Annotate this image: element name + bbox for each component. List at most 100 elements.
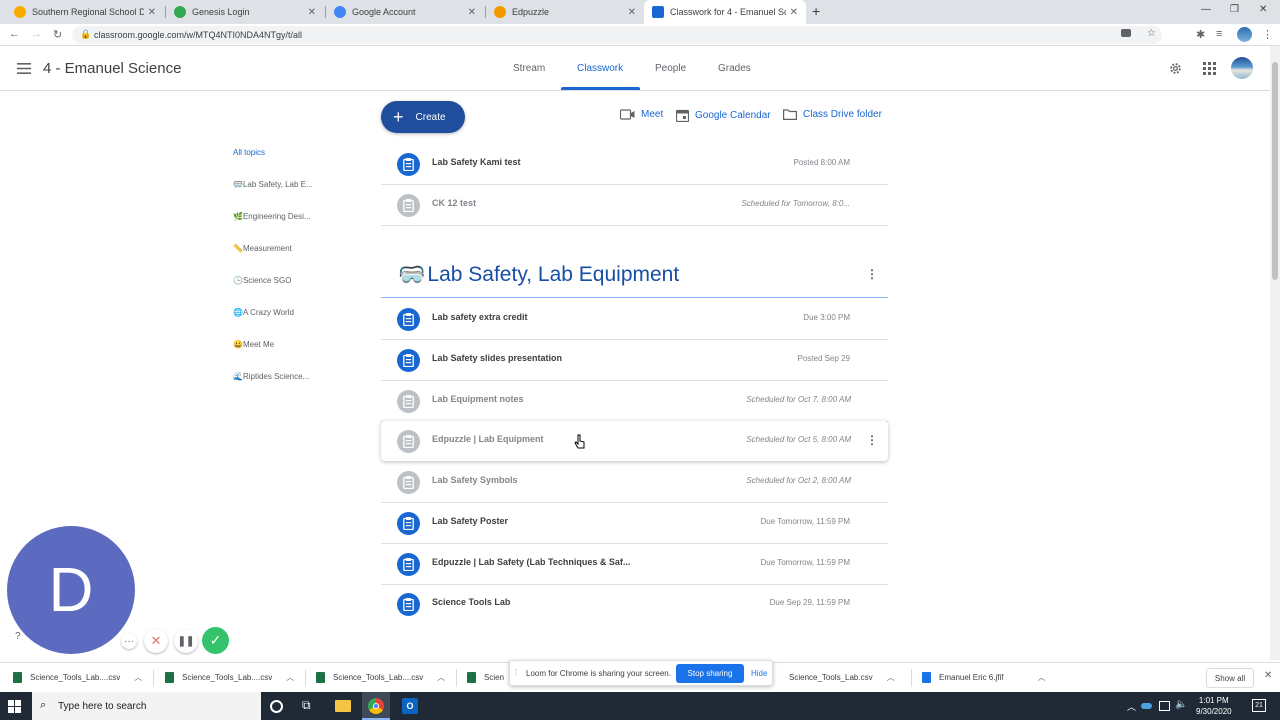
google-calendar-link[interactable]: Google Calendar — [676, 109, 771, 122]
chrome-menu-icon[interactable]: ⋮ — [1262, 28, 1273, 41]
stop-sharing-button[interactable]: Stop sharing — [676, 664, 744, 683]
loom-more-icon[interactable]: ··· — [121, 633, 137, 649]
item-more-icon[interactable]: ⋮ — [866, 434, 878, 446]
topic-crazy-world[interactable]: 🌐A Crazy World — [233, 308, 294, 317]
windows-start-icon[interactable] — [8, 700, 21, 713]
download-item[interactable]: Science_Tools_Lab....csv ︿ — [165, 672, 294, 683]
loom-cancel-icon[interactable]: ✕ — [144, 629, 168, 653]
assignment-icon — [397, 471, 420, 494]
chevron-up-icon[interactable]: ︿ — [437, 672, 445, 683]
taskbar-clock[interactable]: 1:01 PM 9/30/2020 — [1196, 695, 1232, 717]
back-icon[interactable]: ← — [9, 28, 20, 40]
drag-handle-icon[interactable]: ⁞ — [515, 668, 517, 677]
close-tab-icon[interactable]: ✕ — [628, 7, 636, 18]
profile-avatar[interactable] — [1237, 27, 1252, 42]
tab-grades[interactable]: Grades — [718, 63, 751, 74]
download-item[interactable]: Science_Tools_Lab....csv ︿ — [13, 672, 142, 683]
cortana-icon[interactable] — [270, 700, 283, 713]
chevron-up-icon[interactable]: ︿ — [134, 672, 142, 683]
tab-stream[interactable]: Stream — [513, 63, 545, 74]
classwork-item-hovered[interactable]: Edpuzzle | Lab Equipment Scheduled for O… — [381, 421, 888, 461]
classwork-item[interactable]: Lab Safety Kami test Posted 8:00 AM — [381, 144, 888, 185]
download-item[interactable]: Science_Tools_Lab....csv ︿ — [316, 672, 445, 683]
address-bar[interactable]: 🔒 classroom.google.com/w/MTQ4NTI0NDA4NTg… — [72, 26, 1162, 44]
create-button[interactable]: + Create — [381, 101, 465, 133]
classwork-item[interactable]: Lab Safety Symbols Scheduled for Oct 2, … — [381, 462, 888, 503]
topic-science-sgo[interactable]: 🕒Science SGO — [233, 276, 291, 285]
close-tab-icon[interactable]: ✕ — [468, 7, 476, 18]
classwork-item[interactable]: Lab Safety Poster Due Tomorrow, 11:59 PM — [381, 503, 888, 544]
topic-riptides[interactable]: 🌊Riptides Science... — [233, 372, 309, 381]
download-filename: Scien — [484, 673, 505, 682]
help-icon[interactable]: ? — [15, 631, 21, 642]
topic-measurement[interactable]: 📏Measurement — [233, 244, 292, 253]
close-tab-icon[interactable]: ✕ — [148, 7, 156, 18]
download-item[interactable]: Science_Tools_Lab.csv ︿ — [789, 672, 895, 683]
meet-link[interactable]: Meet — [620, 109, 663, 120]
taskbar-search-input[interactable]: ⌕ Type here to search — [32, 692, 261, 720]
close-tab-icon[interactable]: ✕ — [790, 7, 798, 18]
topic-meet-me[interactable]: 😀Meet Me — [233, 340, 274, 349]
tab-classwork[interactable]: Classwork — [577, 63, 623, 74]
apps-grid-icon[interactable] — [1203, 62, 1216, 75]
browser-tab[interactable]: Edpuzzle ✕ — [486, 0, 644, 24]
loom-pause-icon[interactable]: ❚❚ — [174, 629, 198, 653]
outlook-icon[interactable]: O — [402, 698, 418, 714]
classwork-item[interactable]: CK 12 test Scheduled for Tomorrow, 8:0..… — [381, 185, 888, 226]
browser-tab[interactable]: Google Account ✕ — [326, 0, 484, 24]
close-shelf-icon[interactable]: ✕ — [1264, 670, 1272, 681]
file-explorer-icon[interactable] — [335, 700, 351, 712]
classwork-item[interactable]: Lab Safety slides presentation Posted Se… — [381, 340, 888, 381]
minimize-icon[interactable]: — — [1201, 4, 1211, 15]
classwork-item[interactable]: Lab safety extra credit Due 3:00 PM — [381, 299, 888, 340]
show-all-downloads-button[interactable]: Show all — [1206, 668, 1254, 688]
loom-finish-icon[interactable]: ✓ — [202, 627, 229, 654]
chrome-taskbar-button[interactable] — [362, 692, 390, 720]
item-title: Lab safety extra credit — [432, 312, 528, 322]
camera-icon[interactable] — [1121, 29, 1131, 37]
page-scrollbar[interactable] — [1270, 46, 1280, 660]
topic-all[interactable]: All topics — [233, 148, 265, 157]
classwork-item[interactable]: Edpuzzle | Lab Safety (Lab Techniques & … — [381, 544, 888, 585]
download-item[interactable]: Scien — [467, 672, 504, 683]
tab-people[interactable]: People — [655, 63, 686, 74]
chrome-icon-center — [373, 703, 379, 709]
new-tab-button[interactable]: + — [812, 3, 820, 19]
section-more-icon[interactable]: ⋮ — [866, 268, 878, 280]
class-name[interactable]: 4 - Emanuel Science — [43, 60, 181, 77]
extensions-icon[interactable]: ✱ — [1196, 28, 1205, 41]
network-icon[interactable] — [1159, 701, 1170, 711]
notifications-icon[interactable]: 21 — [1252, 699, 1266, 712]
chevron-up-icon[interactable]: ︿ — [1037, 672, 1045, 683]
volume-icon[interactable]: 🔈 — [1175, 699, 1187, 710]
close-window-icon[interactable]: ✕ — [1259, 4, 1267, 15]
onedrive-icon[interactable] — [1141, 703, 1152, 709]
chevron-up-icon[interactable]: ︿ — [286, 672, 294, 683]
browser-tab-active[interactable]: Classwork for 4 - Emanuel Scienc ✕ — [644, 0, 806, 24]
media-queue-icon[interactable]: ≡ — [1216, 28, 1222, 40]
restore-icon[interactable]: ❐ — [1230, 4, 1239, 15]
hide-banner-button[interactable]: Hide — [751, 669, 767, 678]
forward-icon[interactable]: → — [31, 28, 42, 40]
account-avatar[interactable] — [1231, 57, 1253, 79]
loom-camera-bubble[interactable]: D — [7, 526, 135, 654]
task-view-icon[interactable]: ⧉ — [302, 698, 318, 714]
class-drive-folder-link[interactable]: Class Drive folder — [783, 109, 882, 120]
tray-expand-icon[interactable]: ︿ — [1127, 700, 1136, 713]
assignment-icon — [397, 390, 420, 413]
topic-lab-safety[interactable]: 🥽Lab Safety, Lab E... — [233, 180, 313, 189]
settings-gear-icon[interactable] — [1168, 61, 1183, 76]
download-item[interactable]: Emanuel Eric 6.jfif ︿ — [922, 672, 1045, 683]
classwork-item[interactable]: Lab Equipment notes Scheduled for Oct 7,… — [381, 381, 888, 422]
scrollbar-thumb[interactable] — [1272, 62, 1278, 280]
classwork-item[interactable]: Science Tools Lab Due Sep 29, 11:59 PM — [381, 584, 888, 625]
main-menu-icon[interactable] — [17, 63, 31, 74]
browser-tab[interactable]: Genesis Login ✕ — [166, 0, 324, 24]
reload-icon[interactable]: ↻ — [53, 28, 62, 41]
close-tab-icon[interactable]: ✕ — [308, 7, 316, 18]
star-icon[interactable]: ☆ — [1147, 28, 1156, 39]
topic-section-title[interactable]: 🥽 Lab Safety, Lab Equipment — [398, 262, 679, 288]
topic-engineering[interactable]: 🌿Engineering Desi... — [233, 212, 311, 221]
browser-tab[interactable]: Southern Regional School Distric ✕ — [6, 0, 164, 24]
chevron-up-icon[interactable]: ︿ — [887, 672, 895, 683]
